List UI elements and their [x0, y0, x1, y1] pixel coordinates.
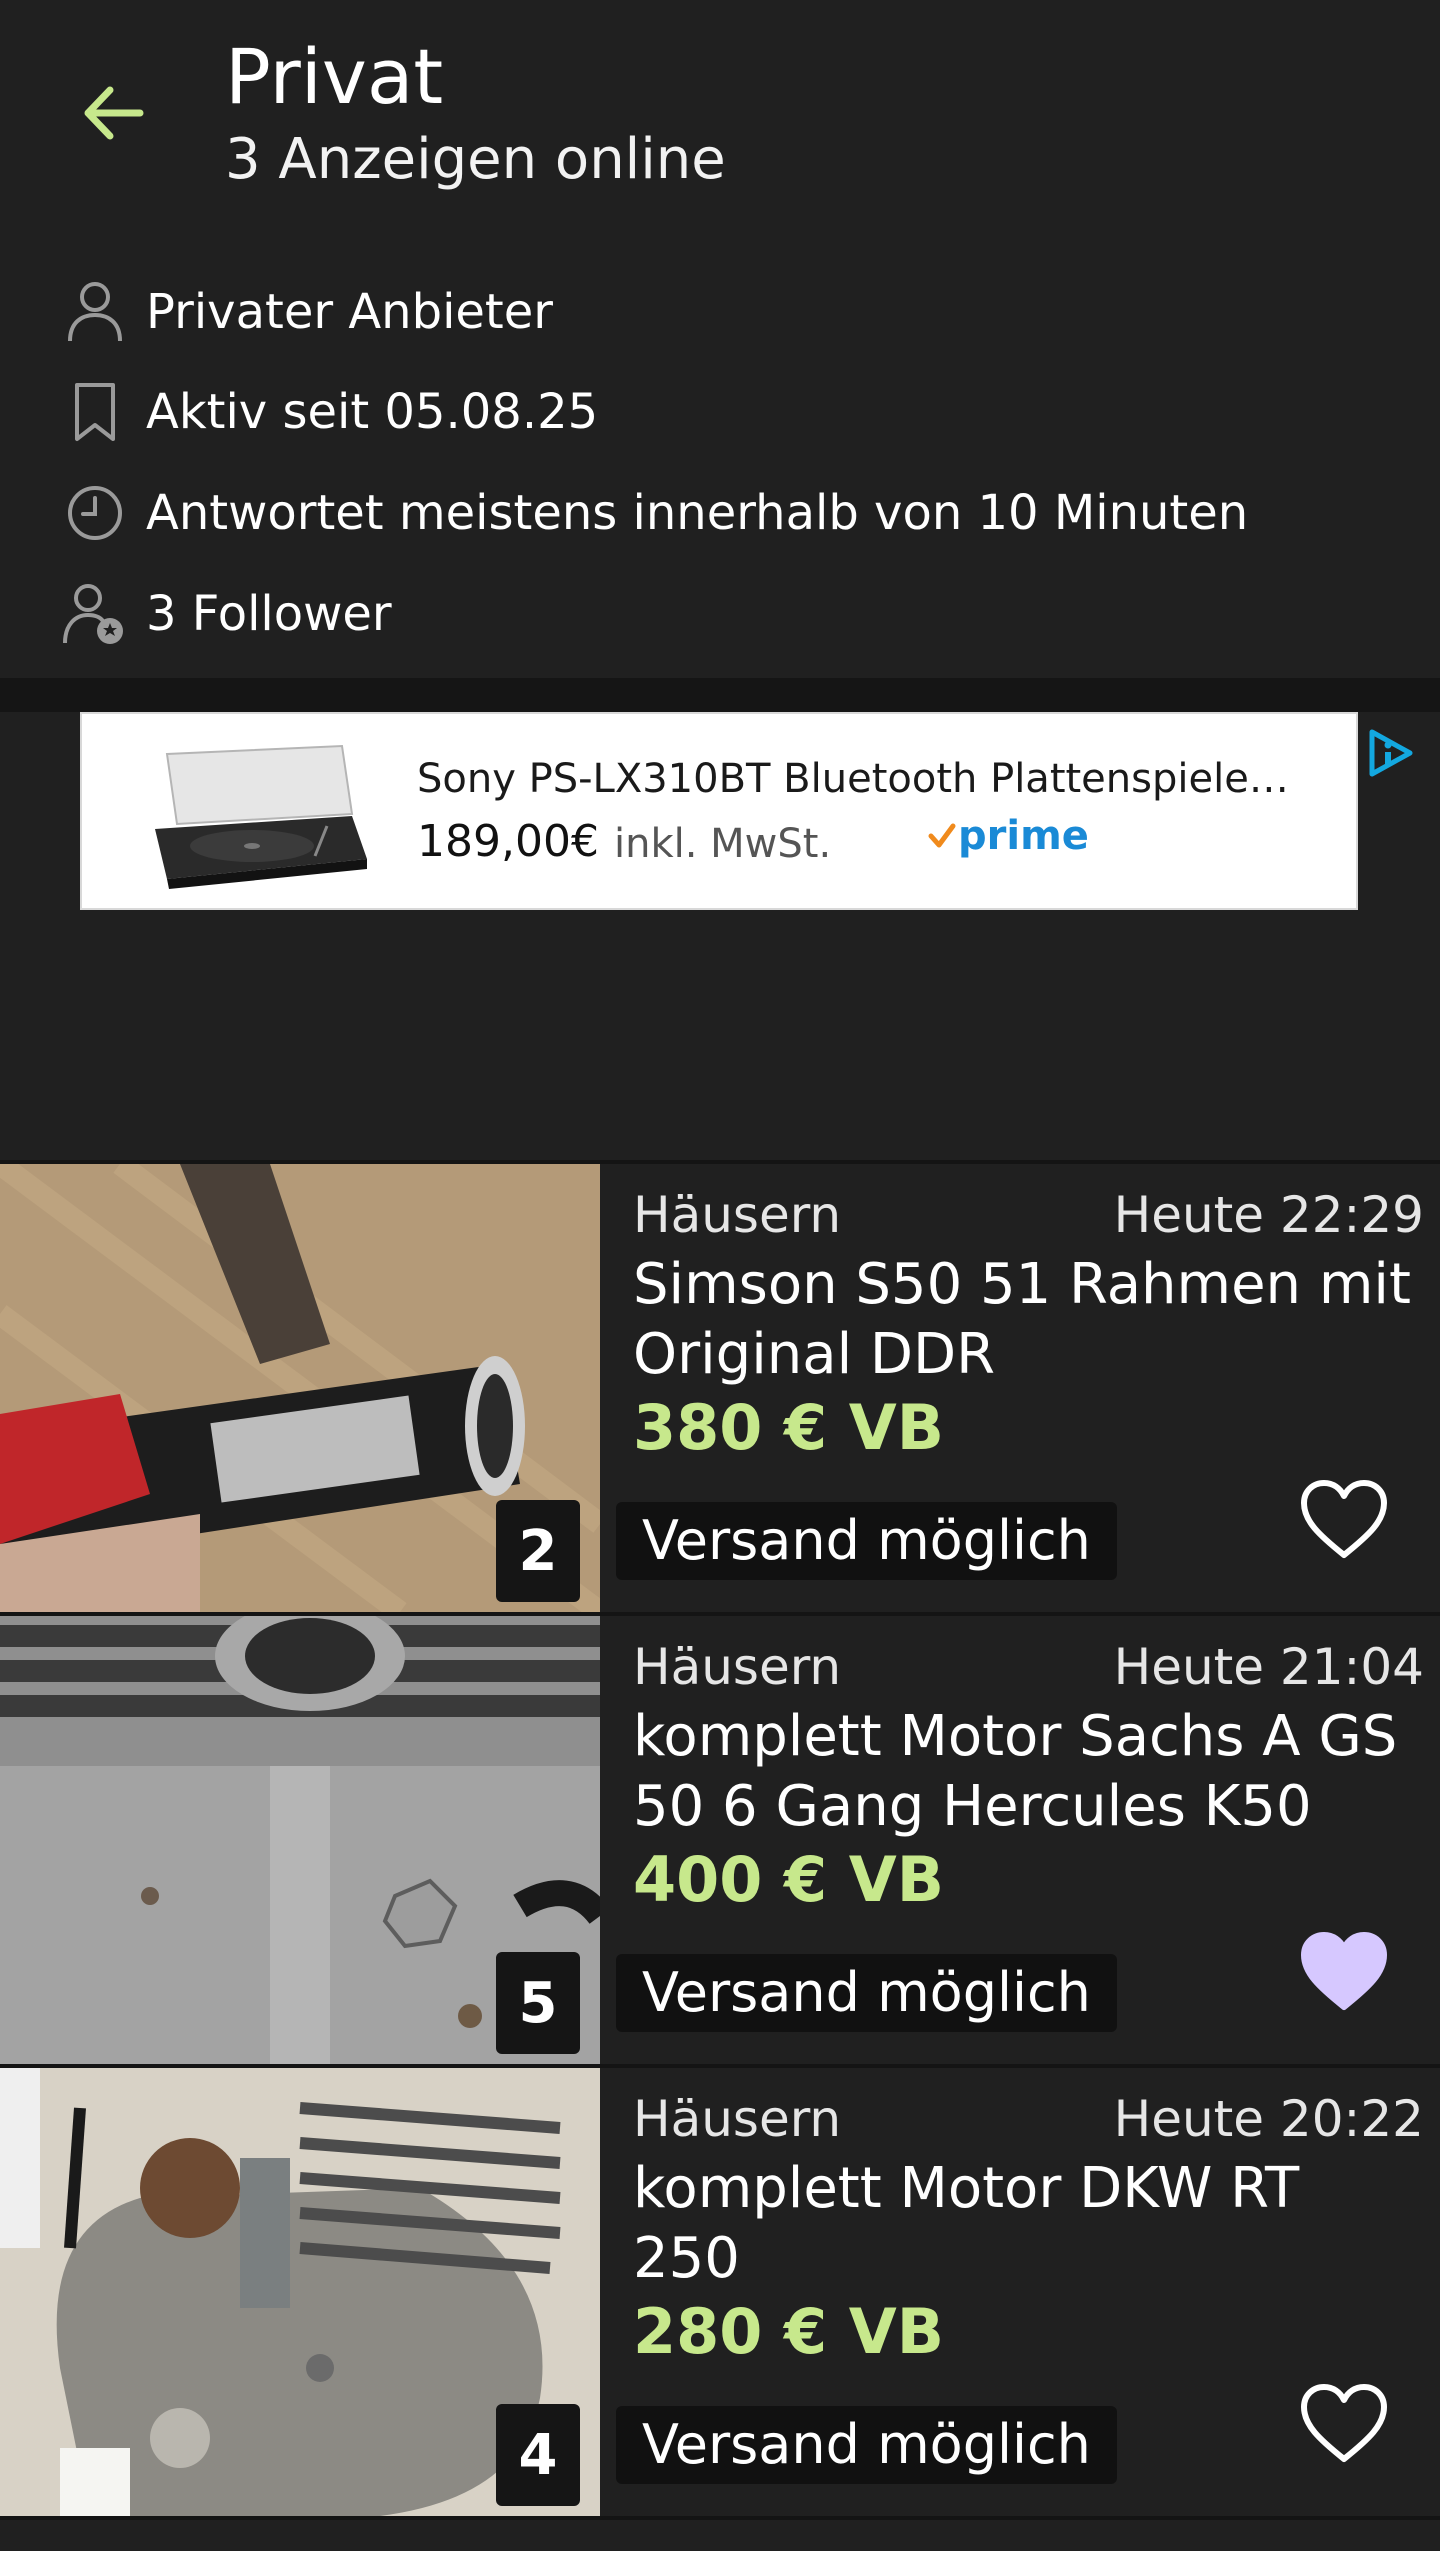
listing-item[interactable]: 4 Häusern Heute 20:22 komplett Motor DKW… — [0, 2068, 1440, 2516]
shipping-badge: Versand möglich — [616, 1954, 1117, 2032]
listing-time: Heute 20:22 — [1113, 2090, 1424, 2148]
response-time-row: Antwortet meistens innerhalb von 10 Minu… — [60, 473, 1248, 553]
seller-type-row: Privater Anbieter — [60, 272, 553, 352]
heart-filled-icon — [1301, 1932, 1387, 2010]
favorite-button[interactable] — [1296, 1472, 1392, 1568]
listing-price: 380 € VB — [633, 1391, 944, 1464]
row-divider — [0, 2516, 1440, 2520]
heart-outline-icon — [1301, 1480, 1387, 1558]
listing-image[interactable]: 5 — [0, 1616, 600, 2064]
arrow-left-icon — [84, 86, 143, 139]
listing-price: 400 € VB — [633, 1843, 944, 1916]
follower-text: 3 Follower — [146, 586, 392, 642]
shipping-badge: Versand möglich — [616, 1502, 1117, 1580]
image-count-badge: 2 — [496, 1500, 580, 1602]
ad-banner[interactable]: Sony PS-LX310BT Bluetooth Plattenspieler… — [80, 712, 1413, 910]
listing-image[interactable]: 2 — [0, 1164, 600, 1612]
follower-icon — [60, 579, 130, 649]
listing-item[interactable]: 2 Häusern Heute 22:29 Simson S50 51 Rahm… — [0, 1164, 1440, 1612]
listing-price: 280 € VB — [633, 2295, 944, 2368]
listing-location: Häusern — [633, 1186, 842, 1244]
listing-title[interactable]: Simson S50 51 Rahmen mit Original DDR — [633, 1250, 1423, 1390]
ad-price: 189,00€ — [417, 816, 599, 867]
listing-location: Häusern — [633, 2090, 842, 2148]
listing-image[interactable]: 4 — [0, 2068, 600, 2516]
favorite-button[interactable] — [1296, 1924, 1392, 2020]
back-button[interactable] — [70, 70, 155, 155]
listing-item[interactable]: 5 Häusern Heute 21:04 komplett Motor Sac… — [0, 1616, 1440, 2064]
clock-icon — [60, 478, 130, 548]
person-icon — [60, 277, 130, 347]
image-count-badge: 5 — [496, 1952, 580, 2054]
prime-badge: prime — [928, 810, 1089, 862]
bookmark-icon — [60, 377, 130, 447]
favorite-button[interactable] — [1296, 2376, 1392, 2472]
active-since-row: Aktiv seit 05.08.25 — [60, 372, 598, 452]
listing-location: Häusern — [633, 1638, 842, 1696]
ad-title[interactable]: Sony PS-LX310BT Bluetooth Plattenspieler… — [417, 754, 1297, 804]
listing-title[interactable]: komplett Motor DKW RT 250 — [633, 2154, 1423, 2294]
follower-row: 3 Follower — [60, 574, 392, 654]
section-divider — [0, 678, 1440, 712]
ad-tax-note: inkl. MwSt. — [614, 821, 832, 867]
page-title: Privat — [225, 32, 444, 121]
listing-count: 3 Anzeigen online — [225, 127, 726, 192]
prime-label: prime — [958, 813, 1089, 859]
response-time-text: Antwortet meistens innerhalb von 10 Minu… — [146, 485, 1249, 541]
heart-outline-icon — [1301, 2384, 1387, 2462]
listing-time: Heute 22:29 — [1113, 1186, 1424, 1244]
shipping-badge: Versand möglich — [616, 2406, 1117, 2484]
listing-title[interactable]: komplett Motor Sachs A GS 50 6 Gang Herc… — [633, 1702, 1423, 1842]
seller-type-text: Privater Anbieter — [146, 284, 554, 340]
active-since-text: Aktiv seit 05.08.25 — [146, 384, 599, 440]
listing-time: Heute 21:04 — [1113, 1638, 1424, 1696]
checkmark-icon — [928, 823, 956, 848]
adchoices-icon[interactable] — [1364, 726, 1418, 780]
image-count-badge: 4 — [496, 2404, 580, 2506]
ad-product-image — [137, 734, 377, 894]
